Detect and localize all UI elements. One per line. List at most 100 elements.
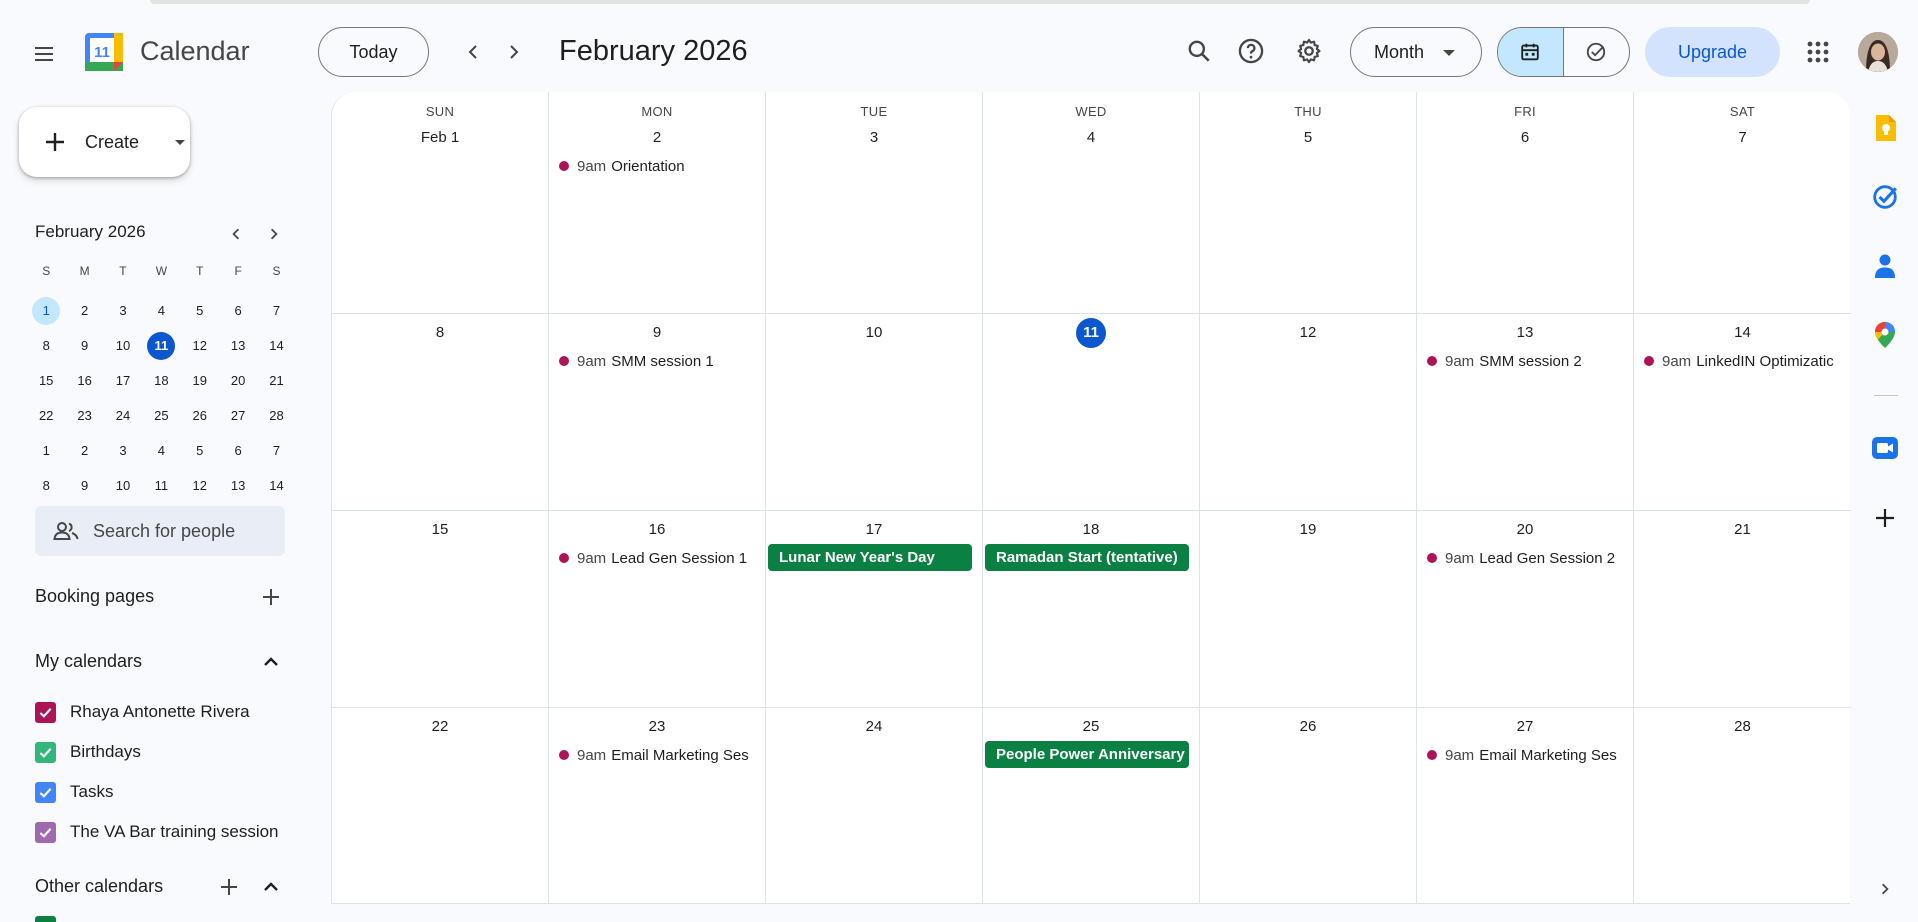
day-number[interactable]: 14 [1634, 324, 1851, 341]
mini-calendar-day[interactable]: 22 [27, 398, 65, 433]
day-number[interactable]: 3 [766, 129, 982, 146]
get-add-ons-button[interactable] [1870, 503, 1900, 533]
calendar-list-item[interactable]: Rhaya Antonette Rivera [35, 697, 250, 727]
day-cell[interactable]: 28 [1634, 708, 1851, 904]
mini-calendar-day[interactable]: 18 [142, 363, 180, 398]
day-cell[interactable]: 22 [332, 708, 549, 904]
day-cell[interactable]: SAT 7 [1634, 92, 1851, 313]
day-number[interactable]: 28 [1634, 718, 1851, 735]
mini-calendar-day[interactable]: 7 [257, 293, 295, 328]
calendar-checkbox[interactable] [35, 821, 56, 843]
upgrade-button[interactable]: Upgrade [1645, 27, 1780, 77]
event-chip[interactable]: 9am SMM session 2 [1427, 349, 1629, 373]
mini-calendar-prev-button[interactable] [222, 220, 250, 248]
event-chip[interactable]: 9am Orientation [559, 154, 761, 178]
contacts-button[interactable] [1870, 251, 1900, 281]
day-cell[interactable]: MON 2 9am Orientation [549, 92, 766, 313]
day-cell[interactable]: 25 People Power Anniversary [983, 708, 1200, 904]
all-day-event-chip[interactable]: People Power Anniversary [985, 741, 1189, 768]
day-number[interactable]: 12 [1200, 324, 1416, 341]
day-cell[interactable]: 10 [766, 314, 983, 510]
search-people-input[interactable]: Search for people [35, 506, 285, 556]
day-cell[interactable]: 20 9am Lead Gen Session 2 [1417, 511, 1634, 707]
mini-calendar-day[interactable]: 15 [27, 363, 65, 398]
event-chip[interactable]: 9am LinkedIN Optimizatic [1644, 349, 1847, 373]
mini-calendar-day[interactable]: 17 [104, 363, 142, 398]
mini-calendar-day[interactable]: 1 [27, 293, 65, 328]
calendar-list-item[interactable]: Tasks [35, 777, 113, 807]
mini-calendar-day[interactable]: 16 [65, 363, 103, 398]
day-cell[interactable]: THU 5 [1200, 92, 1417, 313]
day-number[interactable]: 8 [332, 324, 548, 341]
day-number[interactable]: 10 [766, 324, 982, 341]
mini-calendar-day[interactable]: 12 [181, 328, 219, 363]
mini-calendar-day[interactable]: 21 [257, 363, 295, 398]
mini-calendar-day[interactable]: 26 [181, 398, 219, 433]
mini-calendar-day[interactable]: 13 [219, 468, 257, 503]
meet-button[interactable] [1870, 433, 1900, 463]
mini-calendar-day[interactable]: 7 [257, 433, 295, 468]
mini-calendar-day[interactable]: 4 [142, 433, 180, 468]
day-number[interactable]: 13 [1417, 324, 1633, 341]
mini-calendar-day[interactable]: 12 [181, 468, 219, 503]
day-cell[interactable]: 18 Ramadan Start (tentative) [983, 511, 1200, 707]
day-cell[interactable]: 14 9am LinkedIN Optimizatic [1634, 314, 1851, 510]
mini-calendar-day[interactable]: 27 [219, 398, 257, 433]
mini-calendar-day[interactable]: 10 [104, 328, 142, 363]
collapse-other-calendars-button[interactable] [256, 872, 286, 902]
mini-calendar-day[interactable]: 5 [181, 433, 219, 468]
mini-calendar-day[interactable]: 14 [257, 328, 295, 363]
day-number[interactable]: 11 [983, 318, 1199, 348]
day-cell[interactable]: TUE 3 [766, 92, 983, 313]
mini-calendar-day[interactable]: 11 [142, 468, 180, 503]
all-day-event-chip[interactable]: Lunar New Year's Day [768, 544, 972, 571]
mini-calendar-day[interactable]: 6 [219, 293, 257, 328]
mini-calendar-day[interactable]: 13 [219, 328, 257, 363]
mini-calendar-day[interactable]: 24 [104, 398, 142, 433]
day-number[interactable]: 23 [549, 718, 765, 735]
settings-button[interactable] [1288, 30, 1330, 72]
mini-calendar-day[interactable]: 5 [181, 293, 219, 328]
create-button[interactable]: Create [19, 107, 190, 177]
day-number[interactable]: 15 [332, 521, 548, 538]
today-button[interactable]: Today [318, 27, 429, 77]
collapse-my-calendars-button[interactable] [256, 647, 286, 677]
tasks-button[interactable] [1870, 182, 1900, 212]
calendar-checkbox[interactable] [35, 781, 56, 803]
day-cell[interactable]: 12 [1200, 314, 1417, 510]
day-cell[interactable]: 24 [766, 708, 983, 904]
day-cell[interactable]: 13 9am SMM session 2 [1417, 314, 1634, 510]
day-number[interactable]: 9 [549, 324, 765, 341]
day-number[interactable]: 25 [983, 718, 1199, 735]
day-cell[interactable]: 8 [332, 314, 549, 510]
day-number[interactable]: 26 [1200, 718, 1416, 735]
calendar-logo[interactable]: 11 [84, 32, 124, 72]
calendar-checkbox[interactable] [35, 701, 56, 723]
day-number[interactable]: 21 [1634, 521, 1851, 538]
calendar-checkbox[interactable] [35, 741, 56, 763]
mini-calendar-day[interactable]: 8 [27, 468, 65, 503]
day-cell[interactable]: 21 [1634, 511, 1851, 707]
day-number[interactable]: Feb 1 [332, 129, 548, 146]
mini-calendar-next-button[interactable] [260, 220, 288, 248]
day-number[interactable]: 17 [766, 521, 982, 538]
calendar-list-item[interactable]: Birthdays [35, 737, 141, 767]
day-number[interactable]: 19 [1200, 521, 1416, 538]
mini-calendar-day[interactable]: 3 [104, 433, 142, 468]
google-apps-button[interactable] [1798, 32, 1838, 72]
event-chip[interactable]: 9am Email Marketing Ses [559, 743, 761, 767]
mini-calendar-day[interactable]: 8 [27, 328, 65, 363]
event-chip[interactable]: 9am Lead Gen Session 1 [559, 546, 761, 570]
event-chip[interactable]: 9am SMM session 1 [559, 349, 761, 373]
mini-calendar-day[interactable]: 19 [181, 363, 219, 398]
mini-calendar-day[interactable]: 3 [104, 293, 142, 328]
day-number[interactable]: 2 [549, 129, 765, 146]
hide-side-panel-button[interactable] [1870, 874, 1900, 904]
day-number[interactable]: 7 [1634, 129, 1851, 146]
day-number[interactable]: 18 [983, 521, 1199, 538]
day-number[interactable]: 22 [332, 718, 548, 735]
mini-calendar-day[interactable]: 6 [219, 433, 257, 468]
day-number[interactable]: 27 [1417, 718, 1633, 735]
mini-calendar-day[interactable]: 10 [104, 468, 142, 503]
search-button[interactable] [1178, 30, 1220, 72]
